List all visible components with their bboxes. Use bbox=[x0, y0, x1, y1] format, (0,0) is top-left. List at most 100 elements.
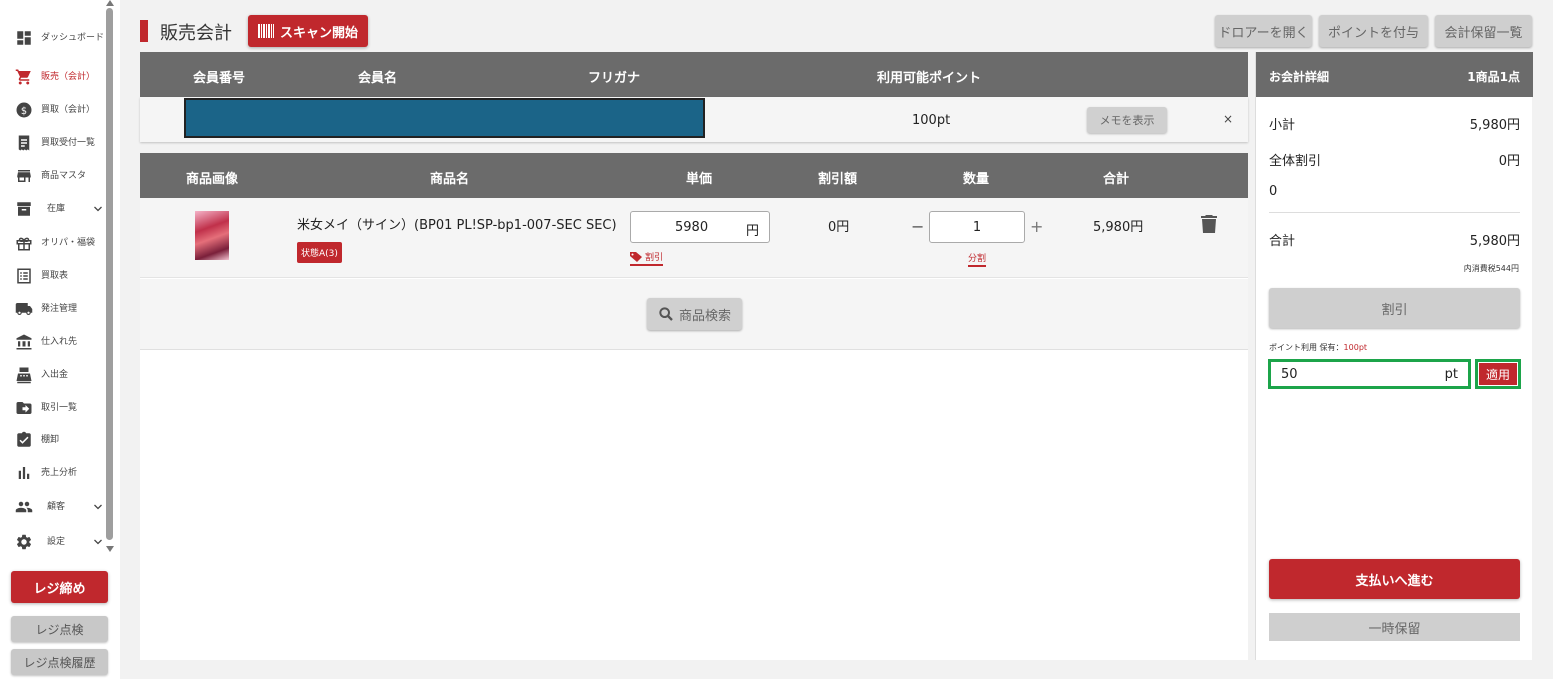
sidebar-item-label: 入出金 bbox=[41, 369, 69, 380]
col-quantity: 数量 bbox=[963, 172, 990, 187]
search-icon bbox=[659, 307, 673, 321]
unit-price-input[interactable]: 5980 円 bbox=[630, 211, 770, 243]
sidebar-item-sales[interactable]: 販売（会計） bbox=[14, 64, 114, 90]
sidebar-item-transactions[interactable]: 取引一覧 bbox=[14, 395, 114, 421]
quantity-plus-button[interactable]: + bbox=[1030, 217, 1043, 236]
product-search-button[interactable]: 商品検索 bbox=[647, 298, 742, 330]
chevron-down-icon bbox=[94, 206, 102, 212]
people-icon bbox=[14, 497, 34, 517]
store-icon bbox=[14, 166, 34, 186]
sidebar-item-label: 設定 bbox=[47, 536, 66, 547]
svg-text:$: $ bbox=[21, 106, 27, 117]
sidebar-item-label: 売上分析 bbox=[41, 467, 78, 478]
chevron-down-icon bbox=[94, 539, 102, 545]
item-discount-label: 割引 bbox=[645, 253, 664, 263]
bank-icon bbox=[14, 332, 34, 352]
sidebar-item-label: 買取受付一覧 bbox=[41, 137, 96, 148]
show-memo-button[interactable]: メモを表示 bbox=[1087, 107, 1167, 133]
sidebar-item-label: 販売（会計） bbox=[41, 71, 96, 82]
total-value: 5,980円 bbox=[1469, 234, 1520, 249]
sidebar-item-oripa[interactable]: オリパ・福袋 bbox=[14, 230, 114, 256]
sidebar-item-cash-inout[interactable]: 入出金 bbox=[14, 362, 114, 388]
col-member-name: 会員名 bbox=[358, 71, 398, 86]
col-furigana: フリガナ bbox=[588, 71, 641, 86]
points-held-value: 100pt bbox=[1343, 343, 1368, 352]
sidebar-item-product-master[interactable]: 商品マスタ bbox=[14, 163, 114, 189]
page-title: 販売会計 bbox=[160, 23, 232, 44]
member-close-icon[interactable]: × bbox=[1223, 112, 1233, 126]
quantity-input[interactable]: 1 bbox=[929, 211, 1025, 243]
sidebar-item-orders[interactable]: 発注管理 bbox=[14, 296, 114, 322]
register-check-history-button[interactable]: レジ点検履歴 bbox=[11, 649, 108, 675]
register-check-button[interactable]: レジ点検 bbox=[11, 616, 108, 642]
total-row: 合計 5,980円 bbox=[1269, 230, 1520, 249]
truck-icon bbox=[14, 299, 34, 319]
trash-icon[interactable] bbox=[1201, 215, 1217, 233]
split-link[interactable]: 分割 bbox=[968, 251, 987, 267]
open-drawer-button[interactable]: ドロアーを開く bbox=[1215, 15, 1312, 47]
total-label: 合計 bbox=[1269, 234, 1296, 249]
discount-input-field[interactable]: 0 bbox=[1269, 184, 1520, 199]
overall-discount-label: 全体割引 bbox=[1269, 154, 1322, 169]
cart-icon bbox=[14, 67, 34, 87]
proceed-to-payment-button[interactable]: 支払いへ進む bbox=[1269, 559, 1520, 599]
bar-chart-icon bbox=[14, 463, 34, 483]
sidebar-item-dashboard[interactable]: ダッシュボード bbox=[14, 25, 114, 51]
item-discount-link[interactable]: 割引 bbox=[630, 250, 664, 266]
apply-points-button[interactable]: 適用 bbox=[1479, 363, 1517, 385]
sidebar-item-customers[interactable]: 顧客 bbox=[14, 494, 114, 520]
col-total: 合計 bbox=[1103, 172, 1130, 187]
held-list-button[interactable]: 会計保留一覧 bbox=[1435, 15, 1532, 47]
product-thumbnail bbox=[195, 211, 229, 260]
col-member-number: 会員番号 bbox=[193, 71, 246, 86]
quantity-minus-button[interactable]: − bbox=[911, 217, 924, 236]
sidebar-item-label: 顧客 bbox=[47, 501, 66, 512]
scroll-up-arrow[interactable] bbox=[106, 0, 114, 6]
dashboard-icon bbox=[14, 28, 34, 48]
member-row: 100pt メモを表示 × bbox=[140, 97, 1248, 142]
points-usage-label: ポイント利用 保有：100pt bbox=[1269, 342, 1367, 353]
register-icon bbox=[14, 365, 34, 385]
sidebar-item-purchase-list[interactable]: 買取表 bbox=[14, 263, 114, 289]
detail-header: お会計詳細 1商品1点 bbox=[1256, 52, 1533, 97]
product-name: 米女メイ（サイン）(BP01 PL!SP-bp1-007-SEC SEC) bbox=[297, 218, 617, 233]
grant-points-button[interactable]: ポイントを付与 bbox=[1319, 15, 1428, 47]
sidebar-item-stocktake[interactable]: 棚卸 bbox=[14, 427, 114, 453]
discount-amount: 0円 bbox=[828, 220, 850, 235]
close-register-button[interactable]: レジ締め bbox=[11, 571, 108, 603]
gear-icon bbox=[14, 532, 34, 552]
col-available-points: 利用可能ポイント bbox=[877, 71, 982, 86]
member-available-points: 100pt bbox=[912, 113, 951, 128]
gift-icon bbox=[14, 233, 34, 253]
overall-discount-row: 全体割引 0円 bbox=[1269, 150, 1520, 169]
sidebar-item-suppliers[interactable]: 仕入れ先 bbox=[14, 329, 114, 355]
col-discount: 割引額 bbox=[818, 172, 858, 187]
sidebar-scrollbar[interactable] bbox=[106, 8, 113, 540]
barcode-icon bbox=[257, 24, 274, 38]
subtotal-value: 5,980円 bbox=[1469, 118, 1520, 133]
points-input[interactable]: 50 pt bbox=[1268, 359, 1471, 389]
sidebar-item-purchase-reception[interactable]: 買取受付一覧 bbox=[14, 130, 114, 156]
product-table-header: 商品画像 商品名 単価 割引額 数量 合計 bbox=[140, 153, 1248, 198]
receipt-icon bbox=[14, 133, 34, 153]
product-table-body: 米女メイ（サイン）(BP01 PL!SP-bp1-007-SEC SEC) 状態… bbox=[140, 198, 1248, 660]
sidebar-item-label: 棚卸 bbox=[41, 434, 60, 445]
sidebar-item-settings[interactable]: 設定 bbox=[14, 529, 114, 555]
sidebar-item-label: 買取表 bbox=[41, 270, 69, 281]
sidebar-item-label: オリパ・福袋 bbox=[41, 237, 96, 248]
col-product-image: 商品画像 bbox=[186, 172, 239, 187]
overall-discount-value: 0円 bbox=[1498, 154, 1520, 169]
apply-button-frame: 適用 bbox=[1475, 359, 1521, 389]
scan-start-button[interactable]: スキャン開始 bbox=[248, 15, 368, 47]
sidebar-item-sales-analysis[interactable]: 売上分析 bbox=[14, 460, 114, 486]
scroll-down-arrow[interactable] bbox=[106, 546, 114, 552]
member-redacted-block bbox=[184, 98, 705, 138]
sidebar-item-label: 買取（会計） bbox=[41, 104, 96, 115]
product-search-area: 商品検索 bbox=[140, 279, 1248, 350]
sidebar-item-label: 商品マスタ bbox=[41, 170, 87, 181]
sidebar-item-inventory[interactable]: 在庫 bbox=[14, 196, 114, 222]
discount-button[interactable]: 割引 bbox=[1269, 288, 1520, 328]
sidebar-item-purchase[interactable]: $ 買取（会計） bbox=[14, 97, 114, 123]
temporary-hold-button[interactable]: 一時保留 bbox=[1269, 613, 1520, 641]
subtotal-row: 小計 5,980円 bbox=[1269, 114, 1520, 133]
